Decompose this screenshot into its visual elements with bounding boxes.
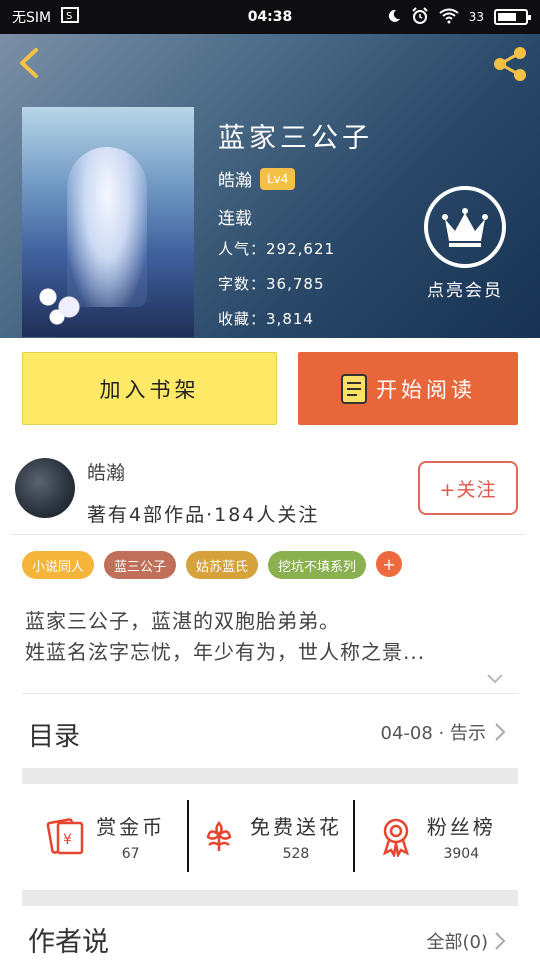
summary-line-1: 蓝家三公子，蓝湛的双胞胎弟弟。 (25, 609, 340, 633)
medal-icon (382, 818, 409, 857)
send-flower-button[interactable]: 免费送花 528 (187, 800, 352, 872)
flower-icon (206, 821, 232, 851)
add-to-shelf-button[interactable]: 加入书架 (22, 352, 277, 425)
vip-button[interactable]: 点亮会员 (420, 186, 510, 301)
chevron-left-icon (20, 48, 38, 78)
chevron-right-icon (495, 723, 506, 741)
summary-line-2: 姓蓝名泫字忘忧，年少有为，世人称之景... (25, 640, 426, 664)
author-says-all-label: 全部(0) (426, 932, 489, 953)
share-button[interactable] (490, 46, 530, 82)
svg-text:¥: ¥ (63, 832, 72, 848)
popularity-value: 292,621 (266, 240, 336, 258)
svg-text:S: S (66, 11, 72, 22)
serial-status: 连载 (218, 209, 252, 229)
toc-title[interactable]: 目录 (28, 716, 80, 753)
tip-coins-label: 赏金币 (96, 814, 166, 839)
screenshot-icon: S (61, 7, 80, 27)
send-flower-label: 免费送花 (249, 814, 342, 839)
tag-2[interactable]: 姑苏蓝氏 (186, 551, 259, 579)
author-says-title: 作者说 (28, 927, 109, 958)
tip-coins-button[interactable]: ¥ 赏金币 67 (22, 800, 187, 872)
sim-status: 无SIM (12, 10, 52, 26)
favorites-label: 收藏： (218, 310, 267, 328)
fan-ranking-button[interactable]: 粉丝榜 3904 (352, 800, 518, 872)
favorites-value: 3,814 (266, 310, 314, 328)
divider (22, 693, 518, 694)
fan-ranking-count: 3904 (443, 845, 480, 862)
tag-0[interactable]: 小说同人 (22, 551, 95, 579)
author-card-name[interactable]: 皓瀚 (87, 458, 125, 485)
popularity-label: 人气： (218, 240, 267, 258)
share-icon (494, 47, 526, 81)
favorites-stat: 收藏：3,814 (218, 308, 314, 329)
moon-icon (387, 9, 401, 26)
popularity-stat: 人气：292,621 (218, 238, 335, 259)
book-icon (341, 373, 367, 404)
red-envelope-icon: ¥ (46, 818, 84, 855)
tag-list: 小说同人 蓝三公子 姑苏蓝氏 挖坑不填系列 + (22, 551, 403, 579)
tag-3[interactable]: 挖坑不填系列 (268, 551, 367, 579)
battery-icon (494, 9, 531, 25)
word-count-label: 字数： (218, 275, 267, 293)
follow-button[interactable]: +关注 (418, 461, 518, 515)
tag-1[interactable]: 蓝三公子 (104, 551, 177, 579)
book-header: 蓝家三公子 皓瀚 Lv4 连载 人气：292,621 字数：36,785 收藏：… (0, 34, 540, 338)
word-count-value: 36,785 (266, 275, 325, 293)
book-title: 蓝家三公子 (218, 123, 373, 154)
tip-coins-count: 67 (121, 845, 140, 862)
author-says-all-link[interactable]: 全部(0) (427, 928, 507, 954)
word-count-stat: 字数：36,785 (218, 273, 325, 294)
battery-percent: 33 (468, 10, 484, 24)
wifi-icon (439, 8, 459, 27)
section-separator (22, 768, 518, 784)
author-avatar[interactable] (15, 458, 75, 518)
book-cover[interactable] (22, 107, 194, 337)
toc-latest-chapter: 04-08 · 告示 (380, 723, 486, 744)
divider (10, 534, 525, 535)
crown-icon (424, 186, 506, 268)
book-summary[interactable]: 蓝家三公子，蓝湛的双胞胎弟弟。 姓蓝名泫字忘忧，年少有为，世人称之景... (25, 606, 520, 668)
level-badge: Lv4 (260, 167, 296, 190)
fan-ranking-label: 粉丝榜 (426, 814, 496, 839)
alarm-icon (411, 6, 429, 28)
chevron-down-icon[interactable] (486, 672, 504, 686)
chevron-right-icon (495, 932, 506, 950)
start-reading-button[interactable]: 开始阅读 (298, 352, 518, 425)
toc-latest-link[interactable]: 04-08 · 告示 (381, 719, 506, 745)
start-reading-label: 开始阅读 (376, 377, 476, 402)
back-button[interactable] (14, 46, 48, 80)
support-actions: ¥ 赏金币 67 免费送花 528 粉丝榜 3904 (22, 800, 518, 872)
vip-label: 点亮会员 (427, 281, 503, 301)
more-tags-button[interactable]: + (376, 551, 403, 577)
status-bar: 无SIM S 04:38 33 (0, 0, 540, 34)
section-separator (22, 890, 518, 906)
author-name[interactable]: 皓瀚 (218, 166, 252, 191)
send-flower-count: 528 (282, 845, 310, 862)
author-card-meta: 著有4部作品·184人关注 (87, 504, 320, 526)
